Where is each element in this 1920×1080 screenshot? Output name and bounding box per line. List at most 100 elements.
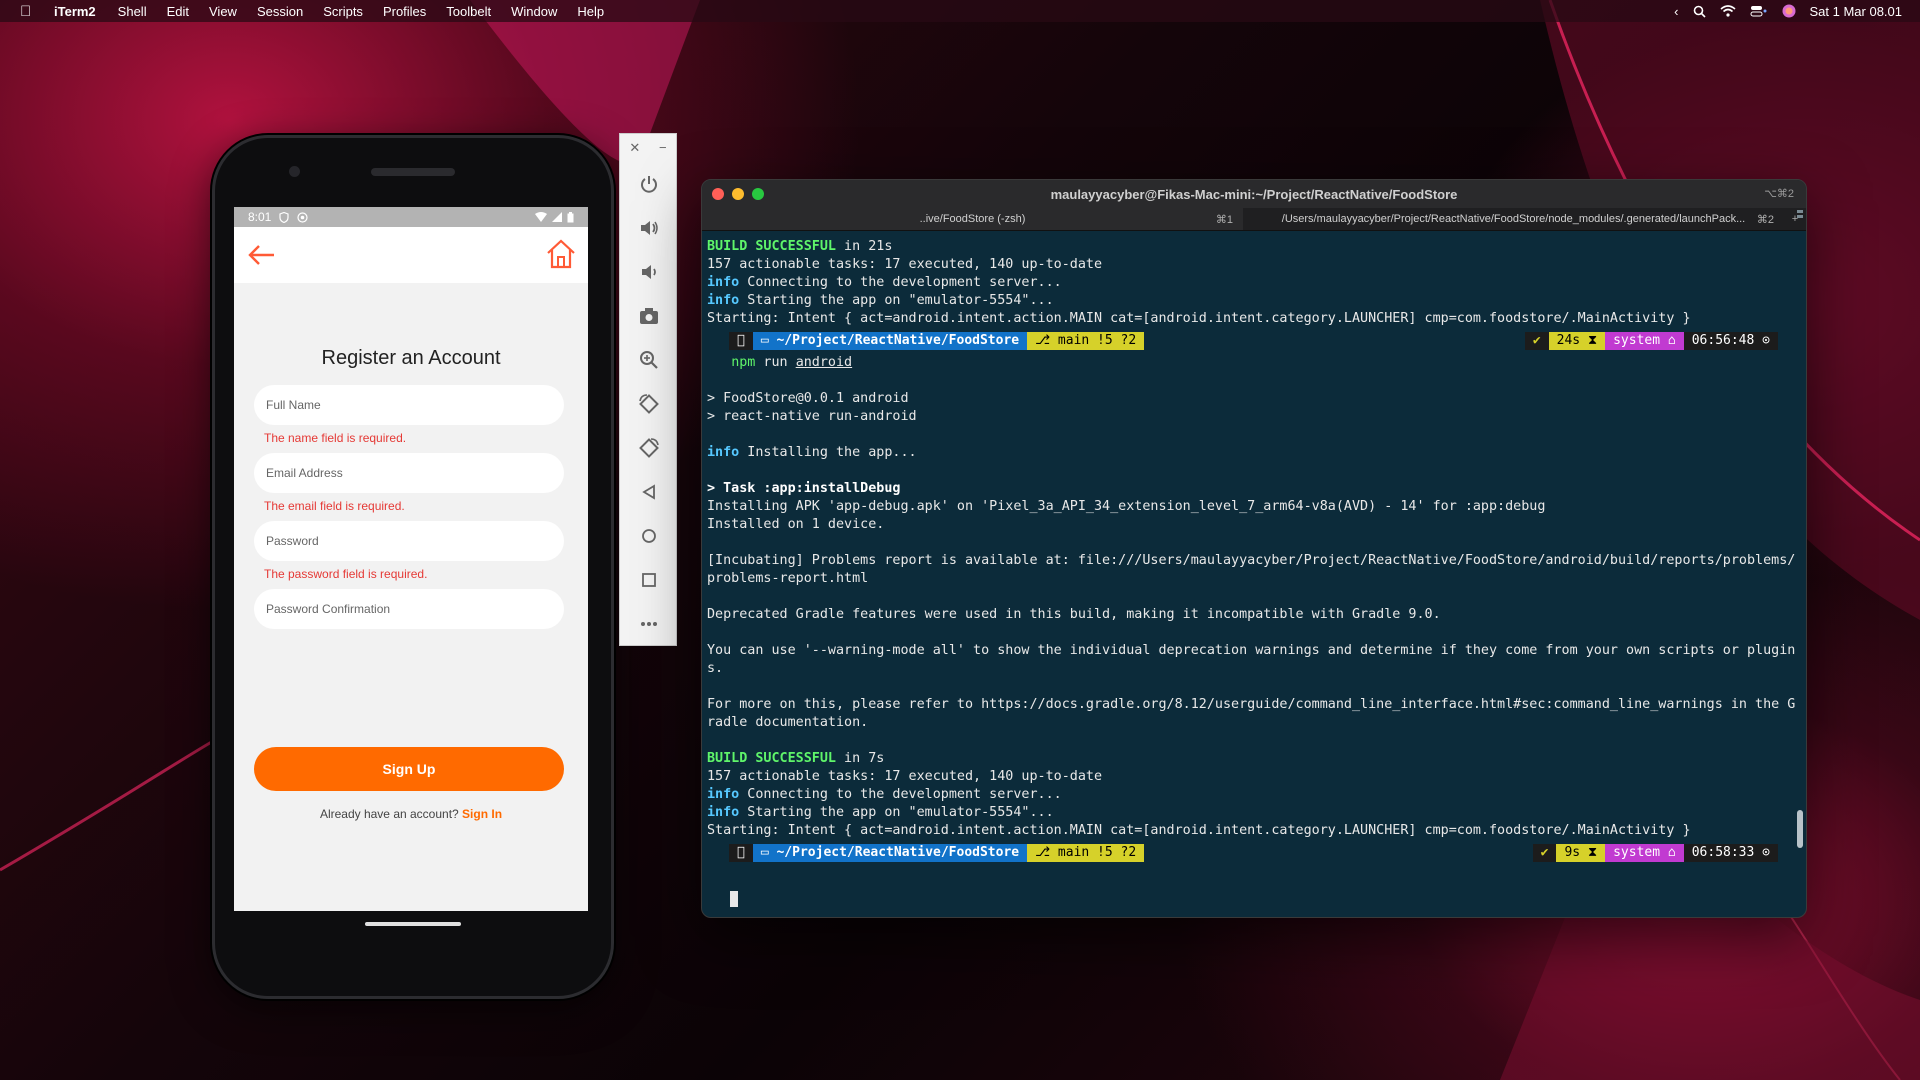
prompt-status: ✔	[1532, 844, 1557, 862]
output-line: Installed on 1 device.	[707, 517, 885, 532]
prompt-node-version: system ⌂	[1605, 844, 1684, 862]
app-header	[234, 227, 588, 283]
window-titlebar[interactable]: maulayyacyber@Fikas-Mac-mini:~/Project/R…	[702, 180, 1806, 208]
output-line: Installing the app...	[739, 445, 917, 460]
prompt-time: 06:56:48 ⊙	[1683, 332, 1778, 350]
tab-shortcut: ⌘1	[1215, 213, 1233, 226]
output-line: Starting the app on "emulator-5554"...	[739, 293, 1054, 308]
minimize-emulator-icon[interactable]: −	[659, 140, 667, 162]
tab-shortcut: ⌘2	[1756, 213, 1774, 226]
build-status: BUILD SUCCESSFUL	[707, 239, 836, 254]
menu-shell[interactable]: Shell	[118, 4, 147, 19]
chevron-left-icon[interactable]: ‹	[1674, 4, 1678, 19]
prompt-path-text: ~/Project/ReactNative/FoodStore	[768, 845, 1020, 860]
sync-icon	[297, 211, 308, 223]
menu-window[interactable]: Window	[511, 4, 557, 19]
window-shortcut: ⌥⌘2	[1764, 188, 1794, 200]
sign-in-link[interactable]: Sign In	[462, 807, 502, 821]
build-time: in 21s	[836, 239, 893, 254]
prompt-path: ▭ ~/Project/ReactNative/FoodStore	[752, 332, 1028, 350]
menu-edit[interactable]: Edit	[167, 4, 189, 19]
prompt-status: ✔	[1524, 332, 1549, 350]
password-input[interactable]: Password	[254, 521, 564, 561]
close-window-button[interactable]	[712, 188, 724, 200]
traffic-lights	[712, 188, 764, 200]
shell-prompt:  ▭ ~/Project/ReactNative/FoodStore ⎇ ma…	[707, 840, 1806, 866]
volume-up-icon[interactable]	[620, 206, 678, 250]
output-line: Connecting to the development server...	[739, 275, 1062, 290]
home-circle-icon[interactable]	[620, 514, 678, 558]
output-line: > FoodStore@0.0.1 android	[707, 391, 909, 406]
menu-session[interactable]: Session	[257, 4, 303, 19]
have-account-text: Already have an account?	[319, 807, 459, 821]
back-icon[interactable]	[620, 470, 678, 514]
command-line: npm run android	[707, 354, 1806, 372]
sign-in-prompt: Already have an account? Sign In	[234, 807, 588, 821]
sign-up-button[interactable]: Sign Up	[254, 747, 564, 791]
shell-prompt:  ▭ ~/Project/ReactNative/FoodStore ⎇ ma…	[707, 328, 1806, 354]
git-branch-icon: ⎇	[1035, 333, 1051, 348]
output-line: 157 actionable tasks: 17 executed, 140 u…	[707, 257, 1103, 272]
output-line: > react-native run-android	[707, 409, 917, 424]
iterm-window: maulayyacyber@Fikas-Mac-mini:~/Project/R…	[701, 179, 1807, 918]
menu-toolbelt[interactable]: Toolbelt	[446, 4, 491, 19]
power-icon[interactable]	[620, 162, 678, 206]
volume-down-icon[interactable]	[620, 250, 678, 294]
zoom-window-button[interactable]	[752, 188, 764, 200]
search-icon[interactable]	[1693, 5, 1706, 18]
clock[interactable]: Sat 1 Mar 08.01	[1810, 4, 1903, 19]
prompt-node-version: system ⌂	[1605, 332, 1684, 350]
rotate-left-icon[interactable]	[620, 382, 678, 426]
minimize-window-button[interactable]	[732, 188, 744, 200]
front-camera	[289, 166, 300, 177]
command-run: run	[755, 355, 796, 370]
menu-profiles[interactable]: Profiles	[383, 4, 426, 19]
tab-zsh[interactable]: ..ive/FoodStore (-zsh) ⌘1	[702, 208, 1243, 230]
apple-icon: 	[729, 844, 753, 862]
status-menu-area: ‹ Sat 1 Mar 08.01	[1674, 0, 1902, 22]
email-input[interactable]: Email Address	[254, 453, 564, 493]
overview-icon[interactable]	[620, 558, 678, 602]
phone-screen: 8:01 Register an Account Full Name The n…	[234, 207, 588, 911]
camera-icon[interactable]	[620, 294, 678, 338]
info-tag: info	[707, 293, 740, 308]
output-line: 157 actionable tasks: 17 executed, 140 u…	[707, 769, 1103, 784]
shield-icon	[279, 211, 289, 223]
back-arrow-icon[interactable]	[246, 239, 278, 271]
rotate-right-icon[interactable]	[620, 426, 678, 470]
earpiece-speaker	[371, 168, 455, 176]
wifi-icon[interactable]	[1719, 5, 1736, 17]
menu-app-name[interactable]: iTerm2	[54, 4, 96, 19]
control-center-icon[interactable]	[1750, 5, 1768, 17]
gesture-nav-pill[interactable]	[365, 922, 461, 926]
output-line: For more on this, please refer to https:…	[707, 697, 1796, 712]
more-icon[interactable]	[620, 602, 678, 646]
tab-launch-packager[interactable]: /Users/maulayyacyber/Project/ReactNative…	[1243, 208, 1784, 230]
password-error-text: The password field is required.	[264, 567, 428, 581]
prompt-time: 06:58:33 ⊙	[1683, 844, 1778, 862]
siri-icon[interactable]	[1782, 4, 1796, 18]
menu-view[interactable]: View	[209, 4, 237, 19]
password-confirmation-input[interactable]: Password Confirmation	[254, 589, 564, 629]
command-arg: android	[795, 355, 853, 370]
menu-help[interactable]: Help	[577, 4, 604, 19]
zoom-icon[interactable]	[620, 338, 678, 382]
info-tag: info	[707, 805, 740, 820]
command-npm: npm	[731, 355, 756, 370]
prompt-git-text: main !5 ?2	[1050, 333, 1137, 348]
build-time: in 7s	[836, 751, 885, 766]
apple-icon: 	[729, 332, 753, 350]
prompt-path: ▭ ~/Project/ReactNative/FoodStore	[752, 844, 1028, 862]
text-cursor	[730, 891, 738, 907]
full-name-input[interactable]: Full Name	[254, 385, 564, 425]
output-line: s.	[707, 661, 724, 676]
terminal-scrollbar[interactable]	[1796, 210, 1804, 850]
close-emulator-icon[interactable]: ✕	[629, 140, 640, 162]
menu-scripts[interactable]: Scripts	[323, 4, 363, 19]
output-line: [Incubating] Problems report is availabl…	[707, 553, 1796, 568]
prompt-git: ⎇ main !5 ?2	[1027, 844, 1145, 862]
terminal-output[interactable]: BUILD SUCCESSFUL in 21s 157 actionable t…	[702, 231, 1806, 917]
menu-bar:  iTerm2 Shell Edit View Session Scripts…	[0, 0, 1920, 22]
home-icon[interactable]	[544, 237, 578, 271]
apple-menu-icon[interactable]: 	[20, 3, 36, 20]
